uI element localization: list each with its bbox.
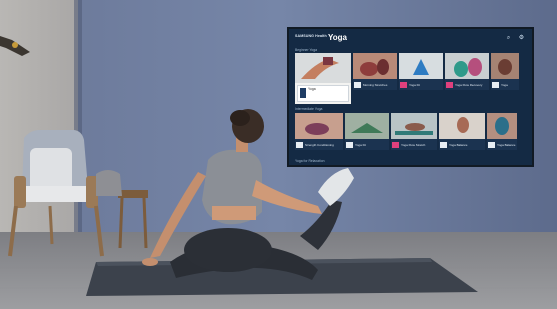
left-wall bbox=[0, 0, 78, 240]
workout-card[interactable]: Yoga Balance bbox=[439, 113, 485, 150]
workout-chip bbox=[488, 142, 495, 148]
workout-label: Yoga Balance bbox=[497, 143, 516, 147]
workout-card[interactable]: Yoga bbox=[491, 53, 519, 90]
content-row-2: Strength Conditioning Yoga Fit Yoga Flow… bbox=[295, 113, 530, 150]
workout-chip bbox=[492, 82, 499, 88]
workout-card[interactable]: Yoga Fit bbox=[399, 53, 443, 90]
workout-chip bbox=[354, 82, 361, 88]
workout-card[interactable]: Morning Stretches bbox=[353, 53, 397, 90]
workout-label: Yoga Fit bbox=[409, 83, 420, 87]
workout-card[interactable]: Yoga Flow Stretch bbox=[391, 113, 437, 150]
tv-header: SAMSUNG Health Yoga ⌕ ⚙ bbox=[295, 33, 526, 45]
workout-chip bbox=[446, 82, 453, 88]
workout-label: Yoga Fit bbox=[355, 143, 366, 147]
section-heading: Yoga for Relaxation bbox=[295, 159, 325, 163]
workout-label: Yoga Flow Recovery bbox=[455, 83, 483, 87]
wall-corner-shadow bbox=[74, 0, 82, 240]
tv-screen: SAMSUNG Health Yoga ⌕ ⚙ Beginner Yoga Yo… bbox=[287, 27, 534, 167]
workout-thumbnail bbox=[487, 113, 517, 139]
search-icon[interactable]: ⌕ bbox=[504, 34, 513, 42]
page-title: Yoga bbox=[328, 33, 347, 42]
workout-chip bbox=[392, 142, 399, 148]
workout-card[interactable]: Yoga Fit bbox=[345, 113, 389, 150]
workout-label: Yoga bbox=[501, 83, 508, 87]
featured-card[interactable]: Yoga bbox=[295, 53, 351, 104]
header-icons: ⌕ ⚙ bbox=[504, 34, 526, 42]
workout-label: Strength Conditioning bbox=[305, 143, 334, 147]
workout-thumbnail bbox=[439, 113, 485, 139]
workout-thumbnail bbox=[445, 53, 489, 79]
brand-logo: SAMSUNG Health bbox=[295, 34, 327, 38]
workout-thumbnail bbox=[345, 113, 389, 139]
settings-icon[interactable]: ⚙ bbox=[517, 34, 526, 42]
featured-thumbnail bbox=[295, 53, 351, 83]
workout-chip bbox=[346, 142, 353, 148]
workout-thumbnail bbox=[295, 113, 343, 139]
workout-thumbnail bbox=[491, 53, 519, 79]
workout-label: Yoga Balance bbox=[449, 143, 468, 147]
content-row-1: Yoga Morning Stretches Yoga Fit Yoga Flo… bbox=[295, 53, 530, 104]
workout-thumbnail bbox=[353, 53, 397, 79]
workout-chip bbox=[400, 82, 407, 88]
workout-card[interactable]: Yoga Flow Recovery bbox=[445, 53, 489, 90]
workout-label: Yoga Flow Stretch bbox=[401, 143, 426, 147]
featured-info-panel: Yoga bbox=[297, 85, 349, 102]
workout-label: Morning Stretches bbox=[363, 83, 388, 87]
featured-title: Yoga bbox=[308, 87, 316, 91]
section-heading: Intermediate Yoga bbox=[295, 107, 323, 111]
workout-chip bbox=[296, 142, 303, 148]
workout-thumbnail bbox=[399, 53, 443, 79]
workout-thumbnail bbox=[391, 113, 437, 139]
workout-card[interactable]: Yoga Balance bbox=[487, 113, 517, 150]
workout-chip bbox=[440, 142, 447, 148]
section-heading: Beginner Yoga bbox=[295, 48, 318, 52]
featured-chip bbox=[300, 88, 306, 98]
workout-card[interactable]: Strength Conditioning bbox=[295, 113, 343, 150]
